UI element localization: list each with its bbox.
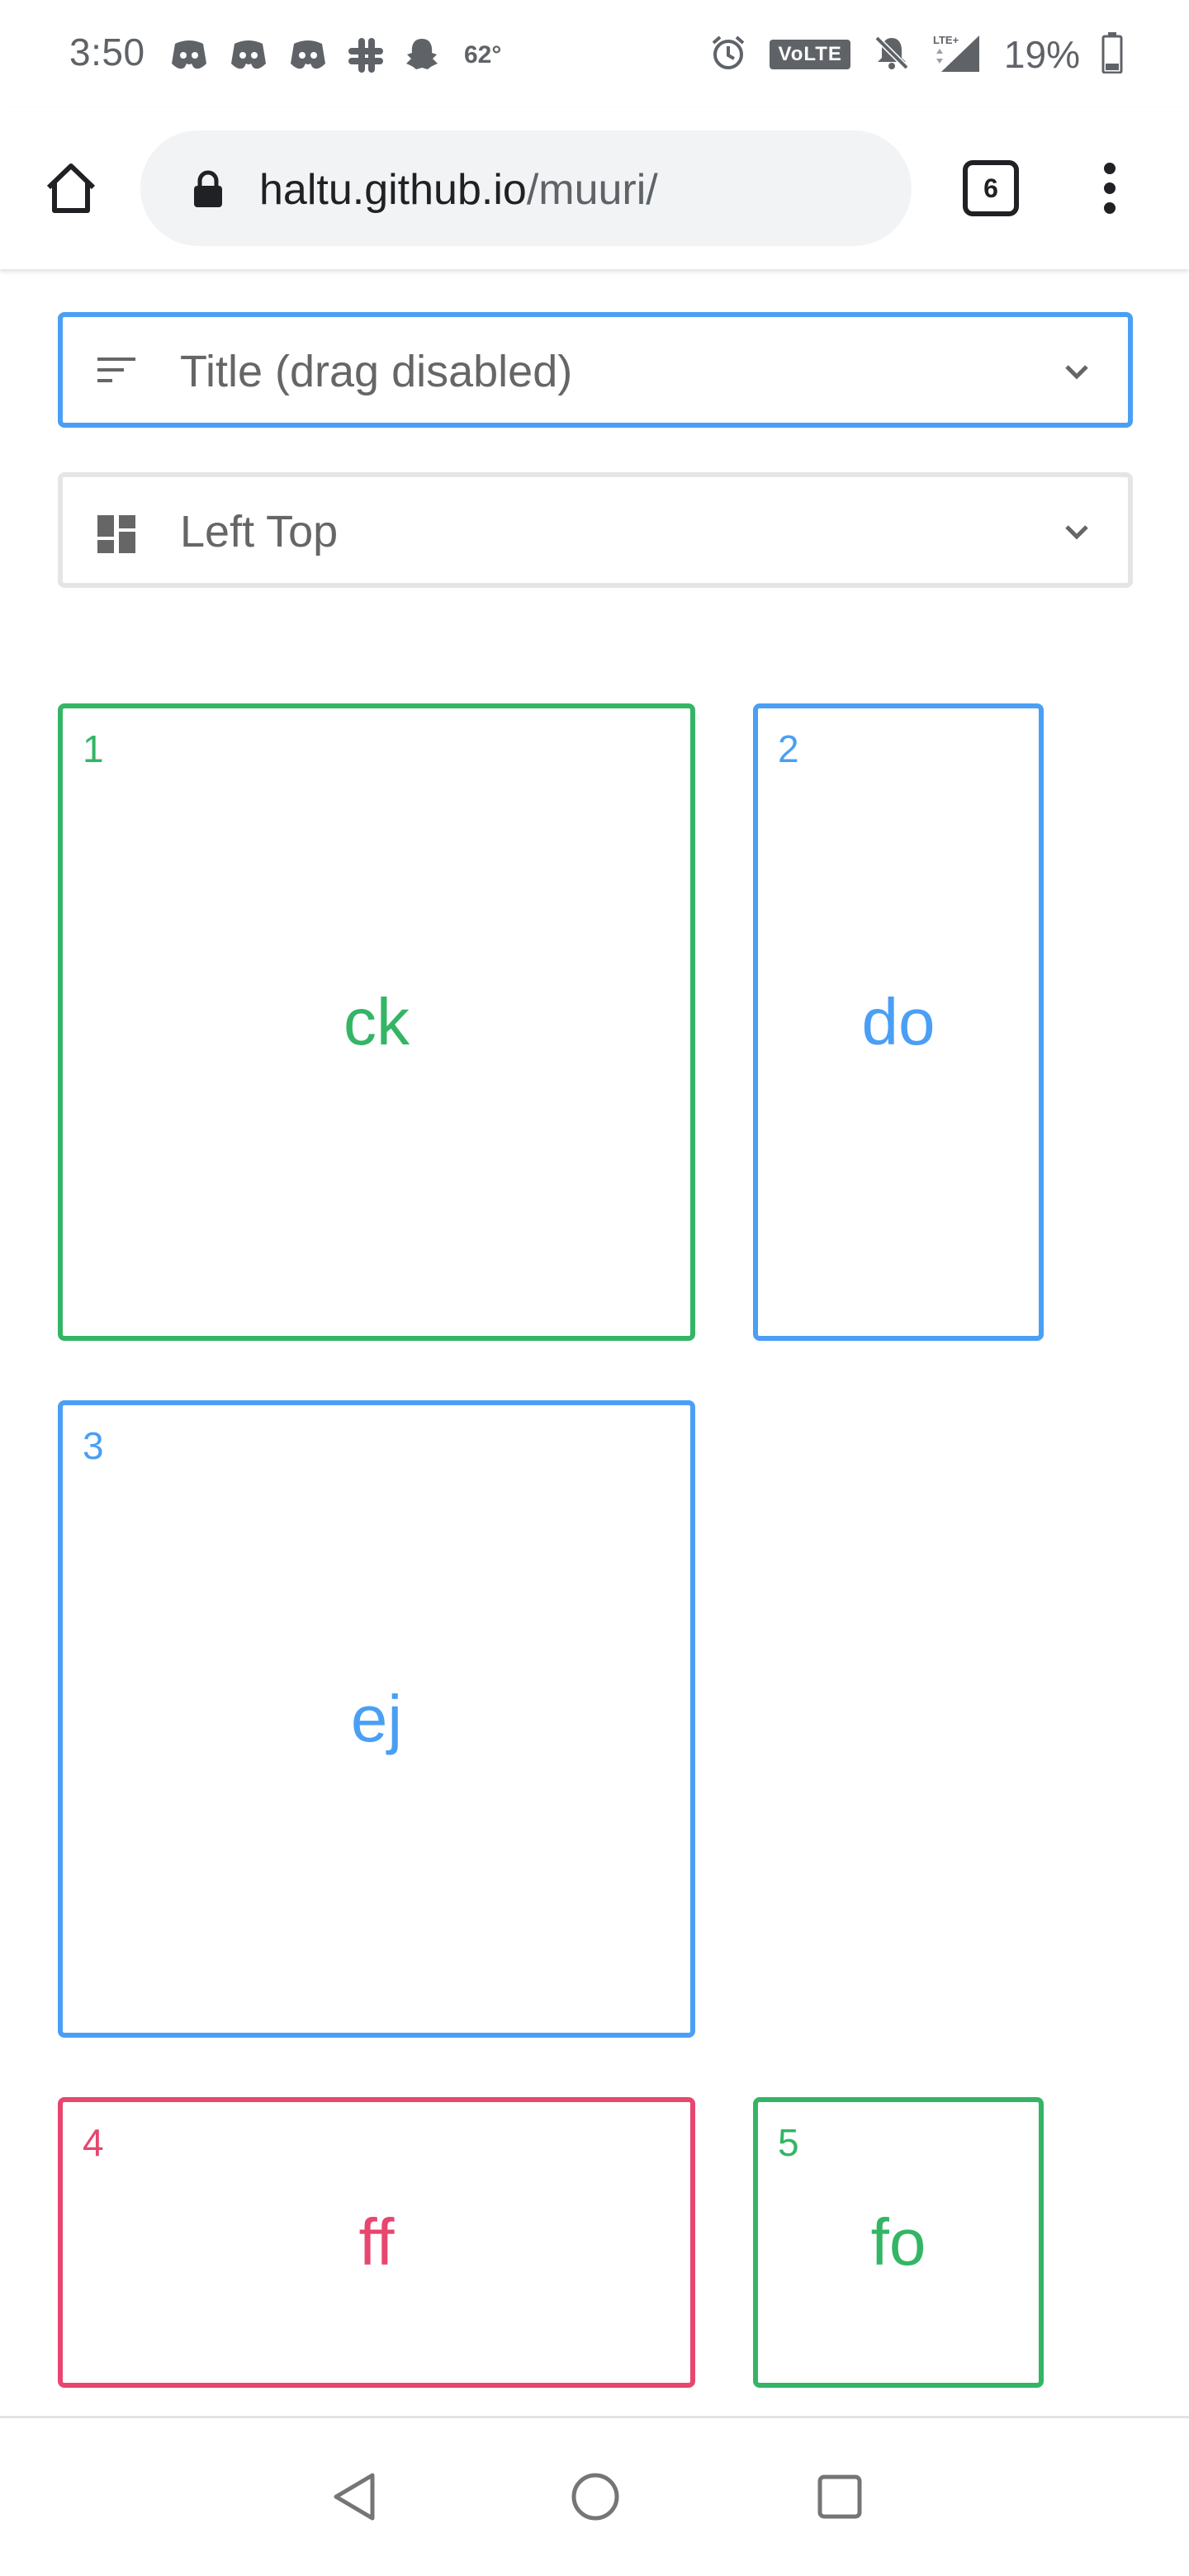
grid-item[interactable]: 3 ej [58, 1400, 695, 2038]
battery-percent: 19% [1003, 33, 1080, 76]
url-path: /muuri/ [526, 166, 658, 214]
recents-square-icon [817, 2474, 862, 2519]
back-triangle-icon [334, 2473, 375, 2521]
overflow-menu-button[interactable] [1087, 155, 1133, 221]
volte-badge: VoLTE [770, 40, 850, 69]
home-nav-button[interactable] [558, 2460, 632, 2534]
item-number: 5 [778, 2121, 799, 2164]
home-icon [46, 163, 96, 213]
sort-select-value: Title (drag disabled) [180, 347, 573, 396]
recents-button[interactable] [803, 2460, 877, 2534]
status-time: 3:50 [69, 31, 145, 73]
status-bar: 3:50 62° VoLTE LTE+ 19% [0, 0, 1189, 107]
sort-select[interactable]: Title (drag disabled) [58, 312, 1133, 428]
snapchat-icon [403, 36, 441, 74]
muted-bell-icon [872, 33, 912, 77]
item-number: 3 [83, 1424, 104, 1467]
chevron-down-icon [1062, 517, 1092, 551]
grid-item[interactable]: 2 do [753, 703, 1044, 1341]
grid-item[interactable]: 5 fo [753, 2097, 1044, 2388]
svg-text:LTE+: LTE+ [933, 34, 959, 46]
grid-item[interactable]: 1 ck [58, 703, 695, 1341]
chevron-down-icon [1062, 357, 1092, 391]
layout-select-value: Left Top [180, 507, 339, 556]
system-icons: VoLTE LTE+ 19% [708, 30, 1123, 79]
discord-icon [168, 37, 210, 73]
grid-item[interactable]: 4 ff [58, 2097, 695, 2388]
item-title: fo [870, 2205, 926, 2279]
item-title: do [861, 985, 936, 1058]
item-number: 2 [778, 727, 799, 770]
item-title: ck [343, 985, 410, 1058]
item-title: ej [350, 1682, 403, 1755]
battery-icon [1101, 31, 1123, 78]
back-button[interactable] [317, 2460, 391, 2534]
more-vert-icon [1104, 163, 1116, 214]
discord-icon [287, 37, 329, 73]
home-button[interactable] [38, 155, 104, 221]
alarm-icon [708, 33, 748, 77]
url-bar[interactable]: haltu.github.io/muuri/ [140, 130, 912, 246]
sort-icon [96, 353, 137, 391]
status-temperature: 62° [464, 41, 502, 69]
discord-icon [228, 37, 269, 73]
tab-switcher-button[interactable]: 6 [963, 160, 1019, 216]
home-circle-icon [571, 2473, 619, 2521]
system-nav-bar [0, 2416, 1189, 2576]
lock-icon [192, 170, 225, 212]
dashboard-icon [96, 514, 137, 559]
item-title: ff [358, 2205, 395, 2279]
slack-icon [347, 36, 385, 74]
tab-count: 6 [983, 173, 998, 203]
url-text[interactable]: haltu.github.io/muuri/ [259, 167, 658, 213]
lte-signal-icon: LTE+ [933, 32, 983, 78]
item-number: 1 [83, 727, 104, 770]
url-host: haltu.github.io [259, 166, 527, 214]
layout-select[interactable]: Left Top [58, 472, 1133, 588]
browser-toolbar: haltu.github.io/muuri/ 6 [0, 107, 1189, 269]
item-number: 4 [83, 2121, 104, 2164]
notification-icons: 62° [168, 33, 501, 78]
page-content: Title (drag disabled) Left Top 1 ck 2 do… [0, 269, 1189, 2416]
